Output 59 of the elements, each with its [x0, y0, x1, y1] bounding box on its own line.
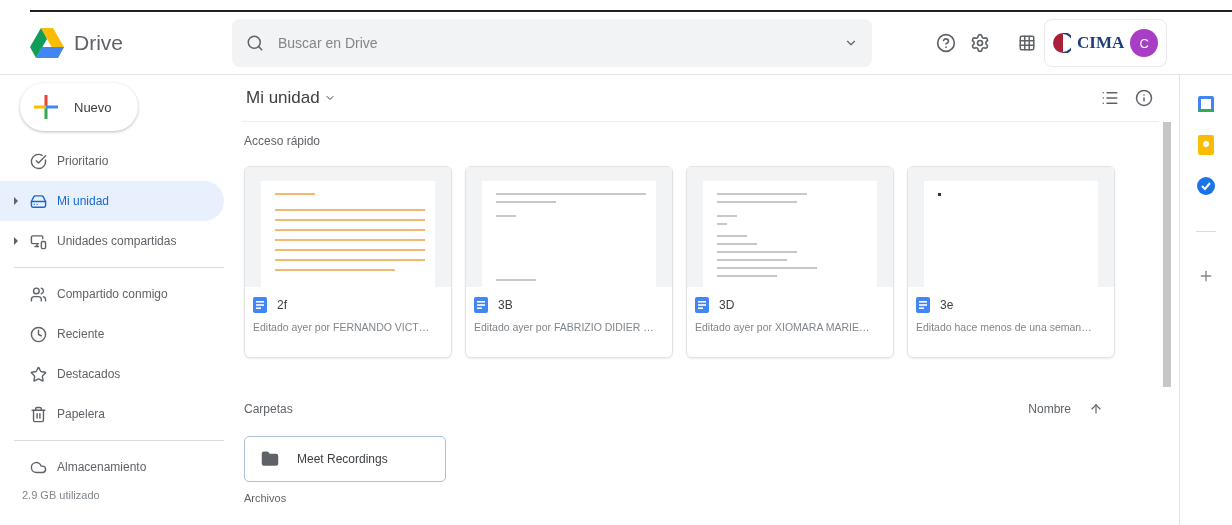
check-box-icon [30, 152, 47, 170]
document-icon [253, 297, 267, 313]
org-logo-icon [1053, 33, 1071, 53]
plus-icon [34, 95, 58, 119]
document-icon [474, 297, 488, 313]
file-edited: Editado ayer por FABRIZIO DIDIER … [474, 321, 655, 333]
scrollbar[interactable] [1163, 122, 1171, 387]
app-name: Drive [74, 31, 123, 55]
folder-item[interactable]: Meet Recordings [244, 436, 446, 482]
file-card[interactable]: 3B Editado ayer por FABRIZIO DIDIER … [465, 166, 673, 358]
section-heading: Carpetas [244, 402, 293, 416]
document-icon [695, 297, 709, 313]
people-icon [30, 285, 47, 303]
file-name: 3e [940, 298, 954, 312]
sort-button[interactable]: Nombre [1024, 398, 1075, 420]
section-heading: Archivos [244, 492, 288, 504]
file-card[interactable]: 2f Editado ayer por FERNANDO VICT… [244, 166, 452, 358]
sidebar-item[interactable]: Unidades compartidas [0, 221, 224, 261]
folder-icon [261, 450, 279, 468]
sidebar-item[interactable]: Destacados [0, 354, 216, 394]
sidebar-item[interactable]: Reciente [0, 314, 216, 354]
clock-icon [30, 325, 47, 343]
star-icon [30, 365, 47, 383]
trash-icon [30, 405, 47, 423]
sidebar-item[interactable]: Papelera [0, 394, 216, 434]
new-button[interactable]: Nuevo [20, 83, 138, 131]
account-button[interactable]: CIMA C [1044, 19, 1168, 67]
search-bar[interactable]: Buscar en Drive [232, 19, 872, 67]
org-name: CIMA [1077, 33, 1125, 53]
sidebar-item[interactable]: Almacenamiento [0, 447, 216, 487]
search-icon[interactable] [246, 34, 264, 52]
storage-usage: 2.9 GB utilizado [21, 489, 101, 501]
avatar[interactable]: C [1130, 29, 1159, 57]
computer-icon [30, 232, 47, 250]
sidebar-item[interactable]: Mi unidad [0, 181, 224, 221]
folder-title-button[interactable]: Mi unidad [242, 84, 340, 112]
file-card[interactable]: 3e Editado hace menos de una seman… [907, 166, 1115, 358]
file-edited: Editado ayer por FERNANDO VICT… [253, 321, 431, 333]
apps-icon[interactable] [1018, 34, 1036, 52]
file-name: 2f [277, 298, 287, 312]
sort-direction-icon[interactable] [1089, 402, 1103, 416]
search-field[interactable]: Buscar en Drive [276, 34, 832, 52]
list-view-icon[interactable] [1101, 89, 1119, 107]
drive-icon [30, 192, 47, 210]
document-icon [916, 297, 930, 313]
section-heading: Acceso rápido [244, 134, 321, 148]
file-name: 3D [719, 298, 735, 312]
settings-icon[interactable] [970, 33, 990, 53]
check-circle-icon[interactable] [1197, 177, 1215, 195]
info-icon[interactable] [1135, 89, 1153, 107]
help-icon[interactable] [936, 33, 956, 53]
calendar-icon[interactable] [1197, 95, 1215, 113]
sidebar-item[interactable]: Compartido conmigo [0, 274, 216, 314]
drive-logo-icon [30, 28, 64, 58]
file-edited: Editado ayer por XIOMARA MARIE… [695, 321, 871, 333]
file-card[interactable]: 3D Editado ayer por XIOMARA MARIE… [686, 166, 894, 358]
file-name: 3B [498, 298, 513, 312]
sidebar-item[interactable]: Prioritario [0, 141, 224, 181]
file-edited: Editado hace menos de una seman… [916, 321, 1093, 333]
